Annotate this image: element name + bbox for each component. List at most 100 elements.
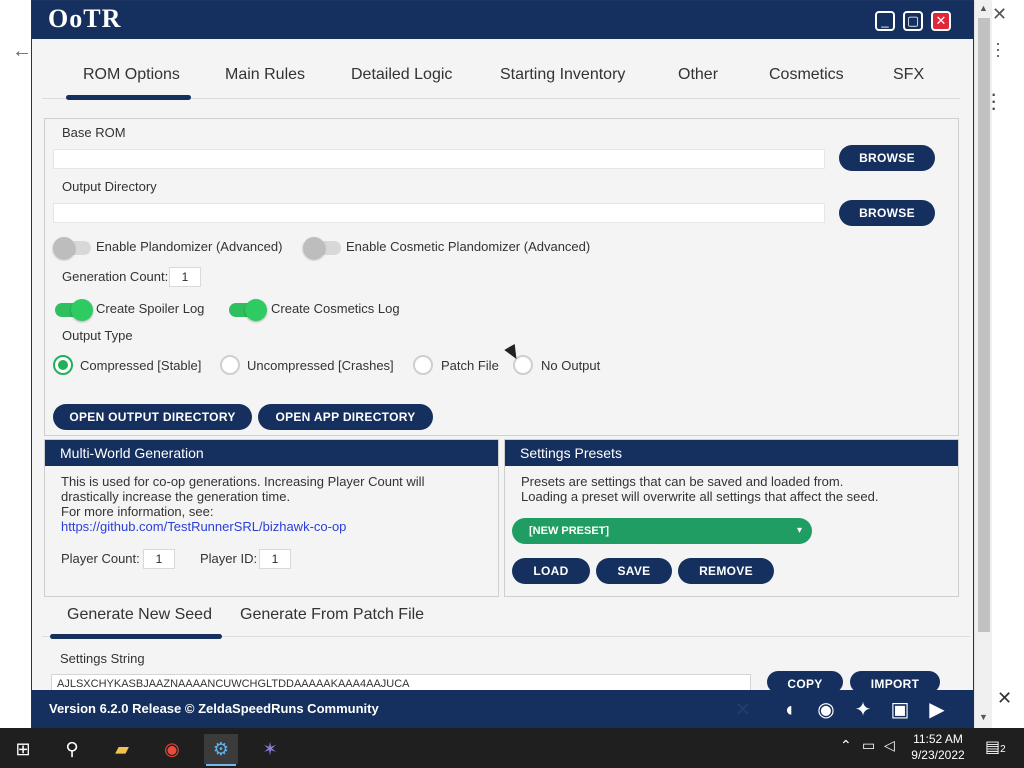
youtube-icon[interactable]: ▶ bbox=[924, 697, 950, 723]
output-directory-input[interactable] bbox=[53, 203, 825, 223]
output-type-label: Output Type bbox=[62, 328, 133, 343]
version-text: Version 6.2.0 Release © ZeldaSpeedRuns C… bbox=[49, 701, 379, 716]
more-options-icon[interactable]: · · · bbox=[995, 34, 1001, 64]
scroll-down-icon[interactable]: ▼ bbox=[979, 712, 988, 722]
remove-preset-button[interactable]: REMOVE bbox=[678, 558, 774, 584]
player-id-label: Player ID: bbox=[200, 551, 258, 566]
preset-dropdown-value: [NEW PRESET] bbox=[529, 525, 610, 537]
base-rom-browse-button[interactable]: BROWSE bbox=[839, 145, 935, 171]
close-button[interactable]: ✕ bbox=[931, 11, 951, 31]
multiworld-desc-line3: For more information, see: bbox=[61, 504, 214, 519]
close-icon[interactable]: ✕ bbox=[992, 4, 1007, 25]
volume-icon[interactable]: ◁ bbox=[884, 737, 895, 754]
multiworld-description: This is used for co-op generations. Incr… bbox=[61, 474, 491, 534]
cosmetics-log-label: Create Cosmetics Log bbox=[271, 301, 400, 316]
radio-compressed[interactable] bbox=[53, 355, 73, 375]
multiworld-desc-line2: drastically increase the generation time… bbox=[61, 489, 291, 504]
speedrun-icon[interactable]: ✕ bbox=[730, 697, 756, 723]
notification-count: 2 bbox=[1000, 744, 1006, 755]
footer-bar: Version 6.2.0 Release © ZeldaSpeedRuns C… bbox=[32, 690, 975, 729]
twitter-icon[interactable]: ✦ bbox=[850, 697, 876, 723]
app-logo: OoTR bbox=[48, 4, 122, 33]
python-app-icon[interactable]: ⚙ bbox=[204, 734, 238, 766]
clock-date: 9/23/2022 bbox=[911, 748, 965, 762]
tab-main-rules[interactable]: Main Rules bbox=[225, 66, 305, 84]
radio-uncompressed-label: Uncompressed [Crashes] bbox=[247, 358, 394, 373]
radio-no-output-label: No Output bbox=[541, 358, 601, 373]
credit-text: © ZeldaSpeedRuns Community bbox=[184, 701, 379, 716]
presets-desc-line2: Loading a preset will overwrite all sett… bbox=[521, 489, 879, 504]
multiworld-desc-line1: This is used for co-op generations. Incr… bbox=[61, 474, 425, 489]
load-preset-button[interactable]: LOAD bbox=[512, 558, 590, 584]
player-id-input[interactable]: 1 bbox=[259, 549, 291, 569]
network-icon[interactable]: ▭ bbox=[862, 737, 875, 754]
clock-time: 11:52 AM bbox=[913, 732, 963, 746]
maximize-button[interactable]: ▢ bbox=[903, 11, 923, 31]
presets-description: Presets are settings that can be saved a… bbox=[521, 474, 951, 504]
windows-start-icon[interactable]: ⊞ bbox=[6, 734, 40, 764]
tab-rom-options[interactable]: ROM Options bbox=[83, 66, 180, 84]
multiworld-section: Multi-World Generation This is used for … bbox=[44, 439, 499, 597]
tab-other[interactable]: Other bbox=[678, 66, 718, 84]
output-directory-browse-button[interactable]: BROWSE bbox=[839, 200, 935, 226]
back-arrow-icon[interactable]: ← bbox=[12, 40, 32, 63]
tab-generate-from-patch[interactable]: Generate From Patch File bbox=[240, 606, 424, 624]
ootr-app-icon[interactable]: ✶ bbox=[253, 734, 287, 764]
ootr-app-window: OoTR _ ▢ ✕ ROM Options Main Rules Detail… bbox=[31, 0, 975, 729]
presets-desc-line1: Presets are settings that can be saved a… bbox=[521, 474, 844, 489]
radio-uncompressed[interactable] bbox=[220, 355, 240, 375]
discord-icon[interactable]: ◉ bbox=[813, 697, 839, 723]
active-tab-indicator bbox=[66, 95, 191, 100]
patreon-icon[interactable]: ◖ bbox=[776, 697, 802, 723]
spoiler-log-toggle[interactable] bbox=[55, 299, 93, 321]
settings-string-label: Settings String bbox=[60, 651, 145, 666]
preset-dropdown[interactable]: [NEW PRESET] ▾ bbox=[512, 518, 812, 544]
show-hidden-icons-icon[interactable]: ⌃ bbox=[840, 737, 852, 754]
active-generate-tab-indicator bbox=[50, 634, 222, 639]
radio-patch-file-label: Patch File bbox=[441, 358, 499, 373]
open-app-directory-button[interactable]: OPEN APP DIRECTORY bbox=[258, 404, 433, 430]
output-directory-label: Output Directory bbox=[62, 179, 157, 194]
minimize-button[interactable]: _ bbox=[875, 11, 895, 31]
player-count-input[interactable]: 1 bbox=[143, 549, 175, 569]
tab-cosmetics[interactable]: Cosmetics bbox=[769, 66, 844, 84]
tab-generate-new-seed[interactable]: Generate New Seed bbox=[67, 606, 212, 624]
cosmetic-plandomizer-toggle[interactable] bbox=[303, 237, 341, 259]
plandomizer-label: Enable Plandomizer (Advanced) bbox=[96, 239, 283, 254]
generation-count-input[interactable]: 1 bbox=[169, 267, 201, 287]
search-icon[interactable]: ⚲ bbox=[55, 734, 89, 764]
chevron-down-icon: ▾ bbox=[796, 525, 802, 536]
plandomizer-toggle[interactable] bbox=[53, 237, 91, 259]
open-output-directory-button[interactable]: OPEN OUTPUT DIRECTORY bbox=[53, 404, 252, 430]
radio-compressed-label: Compressed [Stable] bbox=[80, 358, 202, 373]
player-count-label: Player Count: bbox=[61, 551, 140, 566]
base-rom-label: Base ROM bbox=[62, 125, 126, 140]
generation-count-label: Generation Count: bbox=[62, 269, 169, 284]
windows-taskbar: ⊞ ⚲ ▰ ◉ ⚙ ✶ ⌃ ▭ ◁ 11:52 AM 9/23/2022 ▤2 bbox=[0, 728, 1024, 768]
scrollbar[interactable]: ▲ ▼ bbox=[974, 0, 992, 728]
scrollbar-thumb[interactable] bbox=[978, 18, 990, 632]
twitch-icon[interactable]: ▣ bbox=[887, 697, 913, 723]
save-preset-button[interactable]: SAVE bbox=[596, 558, 672, 584]
notification-center-icon[interactable]: ▤2 bbox=[985, 737, 1006, 757]
tab-detailed-logic[interactable]: Detailed Logic bbox=[351, 66, 452, 84]
cosmetics-log-toggle[interactable] bbox=[229, 299, 267, 321]
tab-starting-inventory[interactable]: Starting Inventory bbox=[500, 66, 625, 84]
cosmetic-plandomizer-label: Enable Cosmetic Plandomizer (Advanced) bbox=[346, 239, 591, 254]
scroll-up-icon[interactable]: ▲ bbox=[979, 3, 988, 13]
generate-tabs: Generate New Seed Generate From Patch Fi… bbox=[42, 599, 970, 639]
title-bar: OoTR _ ▢ ✕ bbox=[32, 1, 975, 39]
close-panel-icon[interactable]: ✕ bbox=[997, 688, 1012, 709]
tab-sfx[interactable]: SFX bbox=[893, 66, 924, 84]
file-explorer-icon[interactable]: ▰ bbox=[105, 734, 139, 764]
base-rom-input[interactable] bbox=[53, 149, 825, 169]
system-clock[interactable]: 11:52 AM 9/23/2022 bbox=[903, 731, 973, 763]
spoiler-log-label: Create Spoiler Log bbox=[96, 301, 205, 316]
chrome-icon[interactable]: ◉ bbox=[155, 734, 189, 764]
bizhawk-coop-link[interactable]: https://github.com/TestRunnerSRL/bizhawk… bbox=[61, 519, 491, 534]
presets-header: Settings Presets bbox=[505, 440, 958, 466]
version-number: 6.2.0 Release bbox=[99, 701, 182, 716]
radio-patch-file[interactable] bbox=[413, 355, 433, 375]
presets-section: Settings Presets Presets are settings th… bbox=[504, 439, 959, 597]
rom-options-panel: Base ROM BROWSE Output Directory BROWSE … bbox=[44, 118, 959, 436]
